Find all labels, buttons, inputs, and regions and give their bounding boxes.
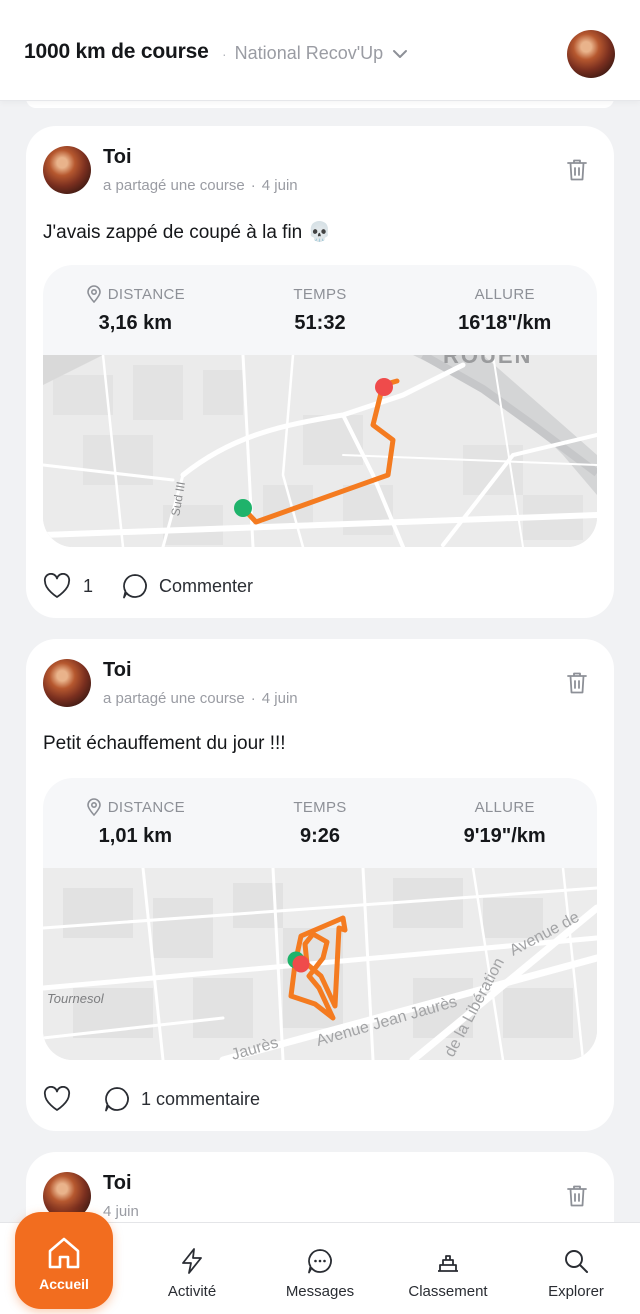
nav-label: Activité	[167, 1283, 217, 1300]
map-label: Tournesol	[47, 991, 105, 1006]
route-map[interactable]: ROUEN Sud III	[43, 355, 597, 547]
trash-icon[interactable]	[566, 1184, 588, 1208]
post-meta: 4 juin	[103, 1203, 139, 1220]
stat-label: TEMPS	[293, 285, 347, 303]
nav-label: Classement	[408, 1283, 488, 1300]
chevron-down-icon[interactable]	[390, 44, 410, 64]
run-summary[interactable]: DISTANCE 3,16 km TEMPS 51:32 ALLURE 16'1…	[43, 265, 597, 547]
stat-label: DISTANCE	[107, 798, 185, 816]
post-date: 4 juin	[103, 1203, 139, 1220]
stat-time: TEMPS 51:32	[228, 265, 413, 357]
location-pin-icon	[86, 285, 101, 303]
post-card: Toi a partagé une course · 4 juin Petit éc…	[26, 639, 614, 1131]
run-stats: DISTANCE 3,16 km TEMPS 51:32 ALLURE 16'1…	[43, 265, 597, 357]
stat-label: DISTANCE	[107, 285, 185, 303]
post-text: Petit échauffement du jour !!!	[43, 733, 286, 754]
group-name: National Recov'Up	[234, 43, 384, 63]
trash-icon[interactable]	[566, 671, 588, 695]
home-icon	[48, 1237, 80, 1269]
top-bar: 1000 km de course · National Recov'Up	[0, 0, 640, 101]
run-summary[interactable]: DISTANCE 1,01 km TEMPS 9:26 ALLURE 9'19"…	[43, 778, 597, 1060]
start-marker	[234, 499, 252, 517]
post-meta: a partagé une course · 4 juin	[103, 690, 298, 707]
stat-label: TEMPS	[293, 798, 347, 816]
search-icon	[565, 1250, 588, 1273]
stat-value: 16'18"/km	[458, 312, 552, 334]
lightning-icon	[182, 1248, 202, 1274]
comment-icon[interactable]	[121, 572, 149, 600]
run-stats: DISTANCE 1,01 km TEMPS 9:26 ALLURE 9'19"…	[43, 778, 597, 870]
stat-pace: ALLURE 16'18"/km	[412, 265, 597, 357]
post-actions: 1 Commenter	[43, 572, 253, 600]
nav-label: Messages	[285, 1283, 355, 1300]
nav-home[interactable]: Accueil	[15, 1212, 113, 1309]
author-name[interactable]: Toi	[103, 146, 132, 169]
stat-label: ALLURE	[474, 285, 535, 303]
location-pin-icon	[86, 798, 101, 816]
post-meta: a partagé une course · 4 juin	[103, 177, 298, 194]
nav-label: Explorer	[548, 1283, 604, 1300]
stat-label: ALLURE	[474, 798, 535, 816]
post-action: a partagé une course	[103, 177, 245, 194]
like-count[interactable]: 1	[83, 576, 93, 597]
stat-value: 3,16 km	[98, 312, 173, 334]
heart-icon[interactable]	[43, 1086, 71, 1112]
stat-value: 51:32	[294, 312, 346, 334]
nav-ranking[interactable]: Classement	[384, 1223, 512, 1314]
nav-label: Accueil	[39, 1276, 89, 1292]
separator: ·	[250, 177, 256, 194]
challenge-title: 1000 km de course	[24, 40, 209, 63]
trash-icon[interactable]	[566, 158, 588, 182]
end-marker	[375, 378, 393, 396]
stat-distance: DISTANCE 3,16 km	[43, 265, 228, 357]
post-action: a partagé une course	[103, 690, 245, 707]
stat-value: 9'19"/km	[463, 825, 546, 847]
post-actions: 1 commentaire	[43, 1085, 260, 1113]
author-name[interactable]: Toi	[103, 1172, 132, 1195]
comment-button[interactable]: Commenter	[159, 576, 253, 597]
podium-icon	[438, 1255, 458, 1272]
stat-distance: DISTANCE 1,01 km	[43, 778, 228, 870]
route-map[interactable]: Tournesol Avenue Jean Jaurès Jaurès de l…	[43, 868, 597, 1060]
author-name[interactable]: Toi	[103, 659, 132, 682]
nav-messages[interactable]: Messages	[256, 1223, 384, 1314]
stat-value: 9:26	[299, 825, 341, 847]
nav-activity[interactable]: Activité	[128, 1223, 256, 1314]
author-avatar[interactable]	[43, 659, 91, 707]
post-date: 4 juin	[261, 177, 298, 194]
comment-icon[interactable]	[103, 1085, 131, 1113]
post-date: 4 juin	[261, 690, 298, 707]
separator: ·	[222, 45, 227, 62]
map-label: ROUEN	[443, 355, 532, 368]
comments-link[interactable]: 1 commentaire	[141, 1089, 260, 1110]
stat-time: TEMPS 9:26	[228, 778, 413, 870]
stat-value: 1,01 km	[98, 825, 173, 847]
author-avatar[interactable]	[43, 146, 91, 194]
profile-avatar[interactable]	[567, 30, 615, 78]
group-selector[interactable]: · National Recov'Up	[222, 43, 383, 64]
end-marker	[292, 955, 310, 973]
heart-icon[interactable]	[43, 573, 71, 599]
post-text: J'avais zappé de coupé à la fin 💀	[43, 222, 332, 243]
separator: ·	[250, 690, 256, 707]
nav-explore[interactable]: Explorer	[512, 1223, 640, 1314]
post-card: Toi a partagé une course · 4 juin J'avais …	[26, 126, 614, 618]
chat-icon	[308, 1249, 332, 1274]
stat-pace: ALLURE 9'19"/km	[412, 778, 597, 870]
